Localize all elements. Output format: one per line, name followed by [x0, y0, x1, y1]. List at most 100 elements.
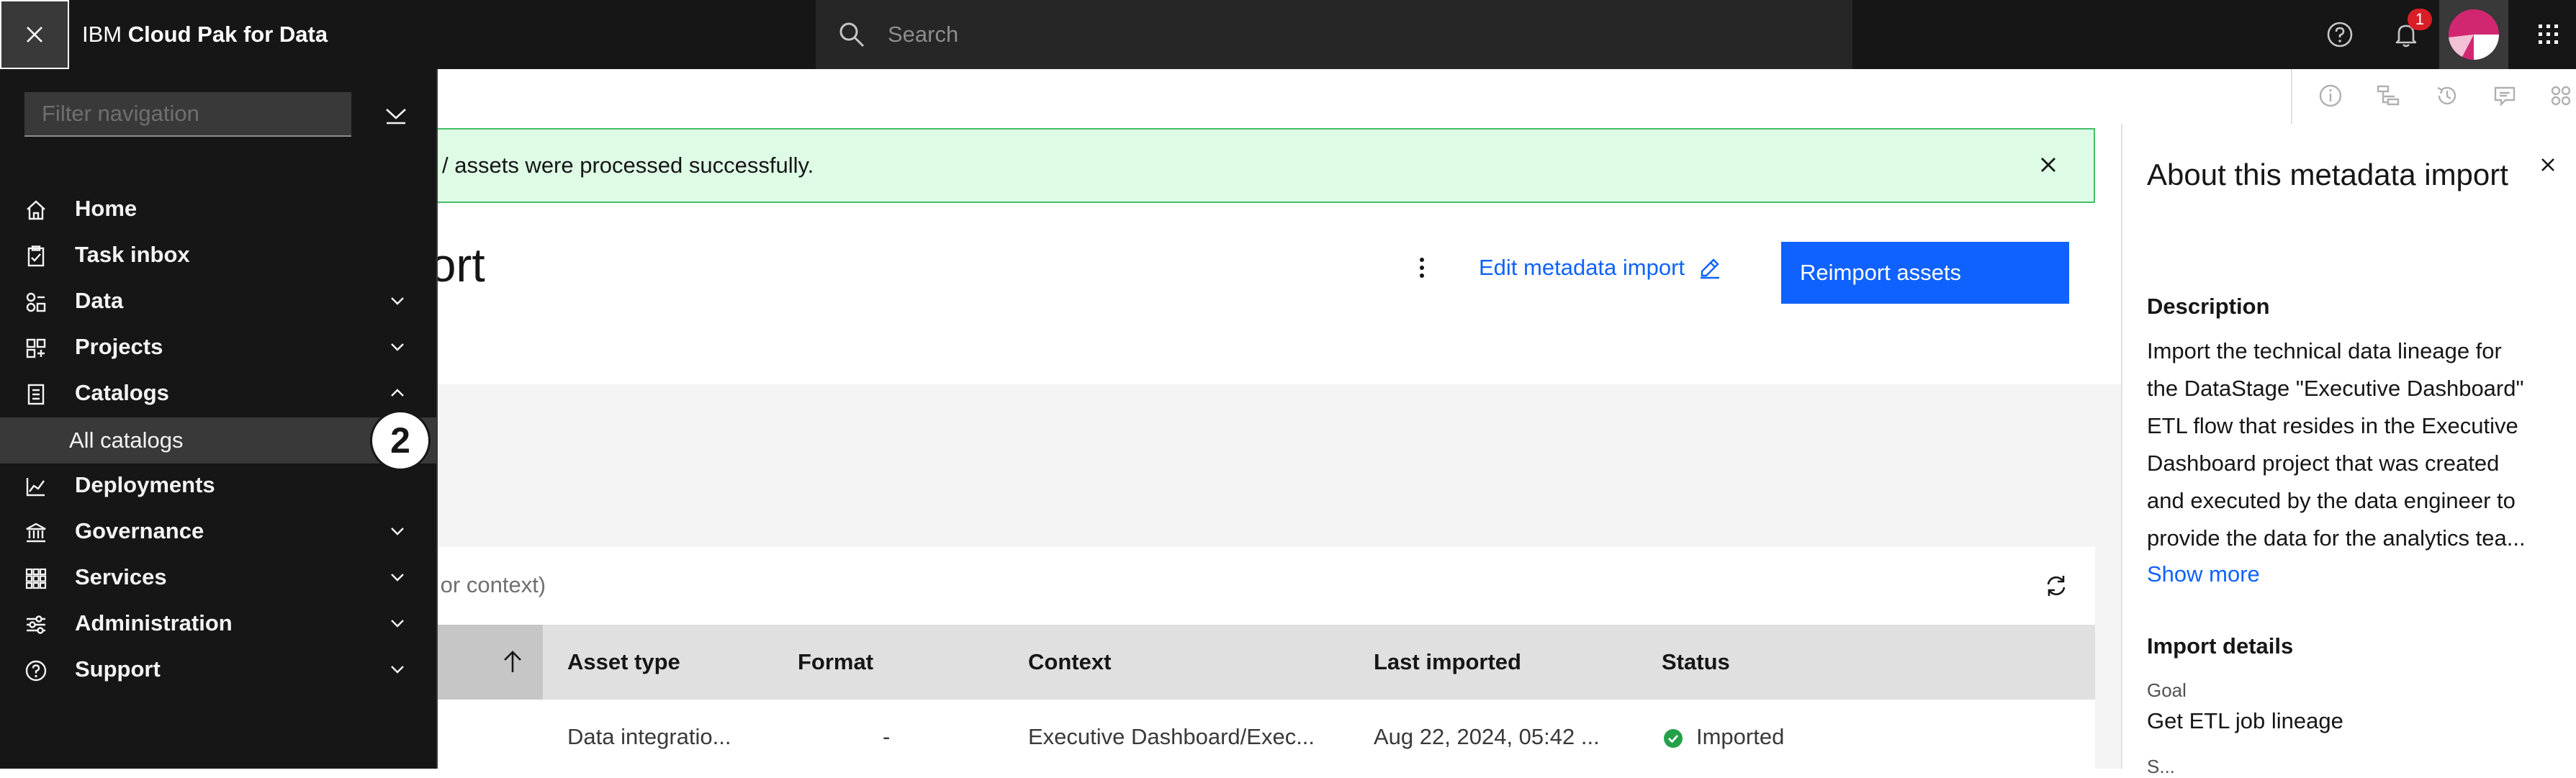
related-assets-icon[interactable]: [2549, 83, 2573, 108]
chevron-down-icon: [391, 297, 404, 305]
nav-item-governance[interactable]: Governance: [0, 508, 436, 554]
avatar: [2449, 9, 2499, 60]
nav-item-label: Administration: [75, 610, 233, 635]
notification-count-badge: 1: [2408, 9, 2432, 30]
cell-status: Imported: [1696, 724, 1785, 749]
description-heading: Description: [2147, 294, 2270, 319]
nav-item-label: Projects: [75, 334, 163, 359]
column-header-status[interactable]: Status: [1662, 625, 1730, 700]
nav-item-deployments[interactable]: Deployments: [0, 462, 436, 508]
edit-pencil-icon: [1701, 258, 1720, 279]
bank-icon: [26, 523, 46, 543]
global-search: [816, 0, 1852, 69]
home-icon: [27, 200, 45, 220]
cell-context: Executive Dashboard/Exec...: [1028, 724, 1315, 749]
success-notification: / assets were processed successfully.: [403, 128, 2095, 203]
column-header-last-imported[interactable]: Last imported: [1374, 625, 1521, 700]
chevron-down-icon: [391, 343, 404, 351]
chevron-down-icon: [391, 620, 404, 628]
nav-item-label: Governance: [75, 518, 204, 543]
nav-item-support[interactable]: Support: [0, 646, 436, 692]
projects-icon: [26, 338, 46, 358]
summary-area: [403, 384, 2121, 547]
panel-title: About this metadata import: [2147, 158, 2508, 191]
nav-item-label: Data: [75, 288, 124, 313]
nav-item-data[interactable]: Data: [0, 278, 436, 324]
goal-label: Goal: [2147, 679, 2187, 701]
nav-item-label: Home: [75, 196, 138, 221]
nav-item-label: Task inbox: [75, 242, 190, 267]
close-notification-icon[interactable]: [2037, 154, 2059, 176]
nav-item-label: Support: [75, 656, 161, 682]
refresh-icon[interactable]: [2043, 573, 2069, 599]
help-icon[interactable]: [2325, 20, 2354, 49]
nav-item-projects[interactable]: Projects: [0, 324, 436, 370]
description-line: the DataStage "Executive Dashboard": [2147, 376, 2524, 401]
chevron-down-icon: [391, 666, 404, 674]
data-icon: [26, 292, 46, 312]
nav-item-label: Catalogs: [75, 380, 169, 405]
chevron-down-icon: [391, 574, 404, 582]
history-icon[interactable]: [2435, 83, 2459, 108]
grid-icon: [25, 568, 47, 589]
catalog-icon: [27, 384, 45, 405]
next-detail-label: S...: [2147, 756, 2176, 777]
nav-item-label: Deployments: [75, 472, 215, 497]
column-header-format[interactable]: Format: [798, 625, 873, 700]
about-panel: About this metadata import Description I…: [2121, 124, 2576, 777]
step-number-badge: 2: [370, 410, 431, 471]
sort-ascending-icon[interactable]: [500, 649, 526, 675]
asset-toolbar: [2291, 69, 2576, 124]
description-text: Import the technical data lineage for th…: [2147, 333, 2550, 557]
goal-value: Get ETL job lineage: [2147, 708, 2343, 733]
help-icon: [25, 660, 47, 682]
brand-prefix: IBM: [82, 22, 122, 47]
chevron-up-icon: [391, 389, 404, 397]
close-icon: [27, 27, 42, 42]
cell-format: -: [883, 724, 891, 749]
description-line: Import the technical data lineage for: [2147, 338, 2502, 363]
cell-asset-type: Data integratio...: [567, 724, 731, 749]
chart-line-icon: [26, 478, 45, 497]
column-header-asset-type[interactable]: Asset type: [567, 625, 680, 700]
search-icon: [839, 22, 865, 48]
reimport-assets-button[interactable]: Reimport assets: [1781, 242, 2069, 304]
notification-message: / assets were processed successfully.: [442, 153, 814, 178]
chevron-down-icon: [391, 528, 404, 535]
import-details-heading: Import details: [2147, 633, 2294, 659]
settings-adjust-icon: [27, 615, 45, 634]
nav-item-task-inbox[interactable]: Task inbox: [0, 232, 436, 278]
nav-item-services[interactable]: Services: [0, 554, 436, 600]
nav-item-administration[interactable]: Administration: [0, 600, 436, 646]
show-more-link[interactable]: Show more: [2147, 561, 2260, 587]
edit-link-label: Edit metadata import: [1479, 255, 1685, 280]
edit-metadata-import-link[interactable]: Edit metadata import: [1479, 255, 1722, 281]
column-header-context[interactable]: Context: [1028, 625, 1111, 700]
collapse-all-icon[interactable]: [384, 102, 407, 125]
nav-item-catalogs[interactable]: Catalogs: [0, 370, 436, 416]
left-navigation: Home Task inbox Data Projects Catalogs A…: [0, 69, 438, 769]
brand-name: Cloud Pak for Data: [127, 22, 328, 47]
cell-last-imported: Aug 22, 2024, 05:42 ...: [1374, 724, 1600, 749]
close-panel-icon[interactable]: [2539, 155, 2557, 174]
description-line: Dashboard project that was created: [2147, 451, 2500, 476]
clipboard-icon: [27, 245, 45, 267]
app-switcher-icon[interactable]: [2534, 20, 2563, 49]
description-line: provide the data for the analytics tea..…: [2147, 525, 2526, 551]
top-header: IBM Cloud Pak for Data 1: [0, 0, 2576, 69]
description-line: and executed by the data engineer to: [2147, 488, 2516, 513]
nav-item-label: Services: [75, 564, 167, 589]
comment-icon[interactable]: [2492, 83, 2517, 108]
lineage-icon[interactable]: [2376, 83, 2400, 108]
filter-navigation-input[interactable]: [24, 92, 351, 137]
user-avatar-button[interactable]: [2439, 0, 2508, 69]
close-nav-button[interactable]: [0, 0, 69, 69]
product-brand[interactable]: IBM Cloud Pak for Data: [82, 0, 328, 69]
nav-item-home[interactable]: Home: [0, 186, 436, 232]
overflow-menu-icon[interactable]: [1411, 253, 1433, 282]
search-input[interactable]: [888, 0, 1824, 69]
nav-subitem-label: All catalogs: [69, 428, 184, 453]
info-icon[interactable]: [2318, 83, 2343, 108]
description-line: ETL flow that resides in the Executive: [2147, 413, 2518, 438]
checkmark-filled-icon: [1664, 729, 1683, 748]
